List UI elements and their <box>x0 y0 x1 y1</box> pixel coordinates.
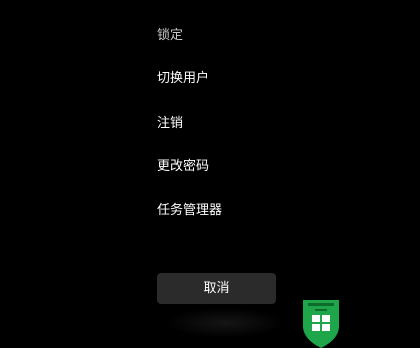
menu-item-switch-user[interactable]: 切换用户 <box>157 71 209 87</box>
cancel-button[interactable]: 取消 <box>157 273 276 304</box>
menu-item-change-password[interactable]: 更改密码 <box>157 159 209 175</box>
ctrl-alt-del-screen: 锁定 切换用户 注销 更改密码 任务管理器 取消 <box>0 0 420 348</box>
green-shield-windows-icon <box>299 296 343 348</box>
background-smudge <box>165 308 285 338</box>
menu-item-sign-out[interactable]: 注销 <box>157 116 183 132</box>
menu-item-task-manager[interactable]: 任务管理器 <box>157 203 222 219</box>
menu-item-lock[interactable]: 锁定 <box>157 28 183 44</box>
